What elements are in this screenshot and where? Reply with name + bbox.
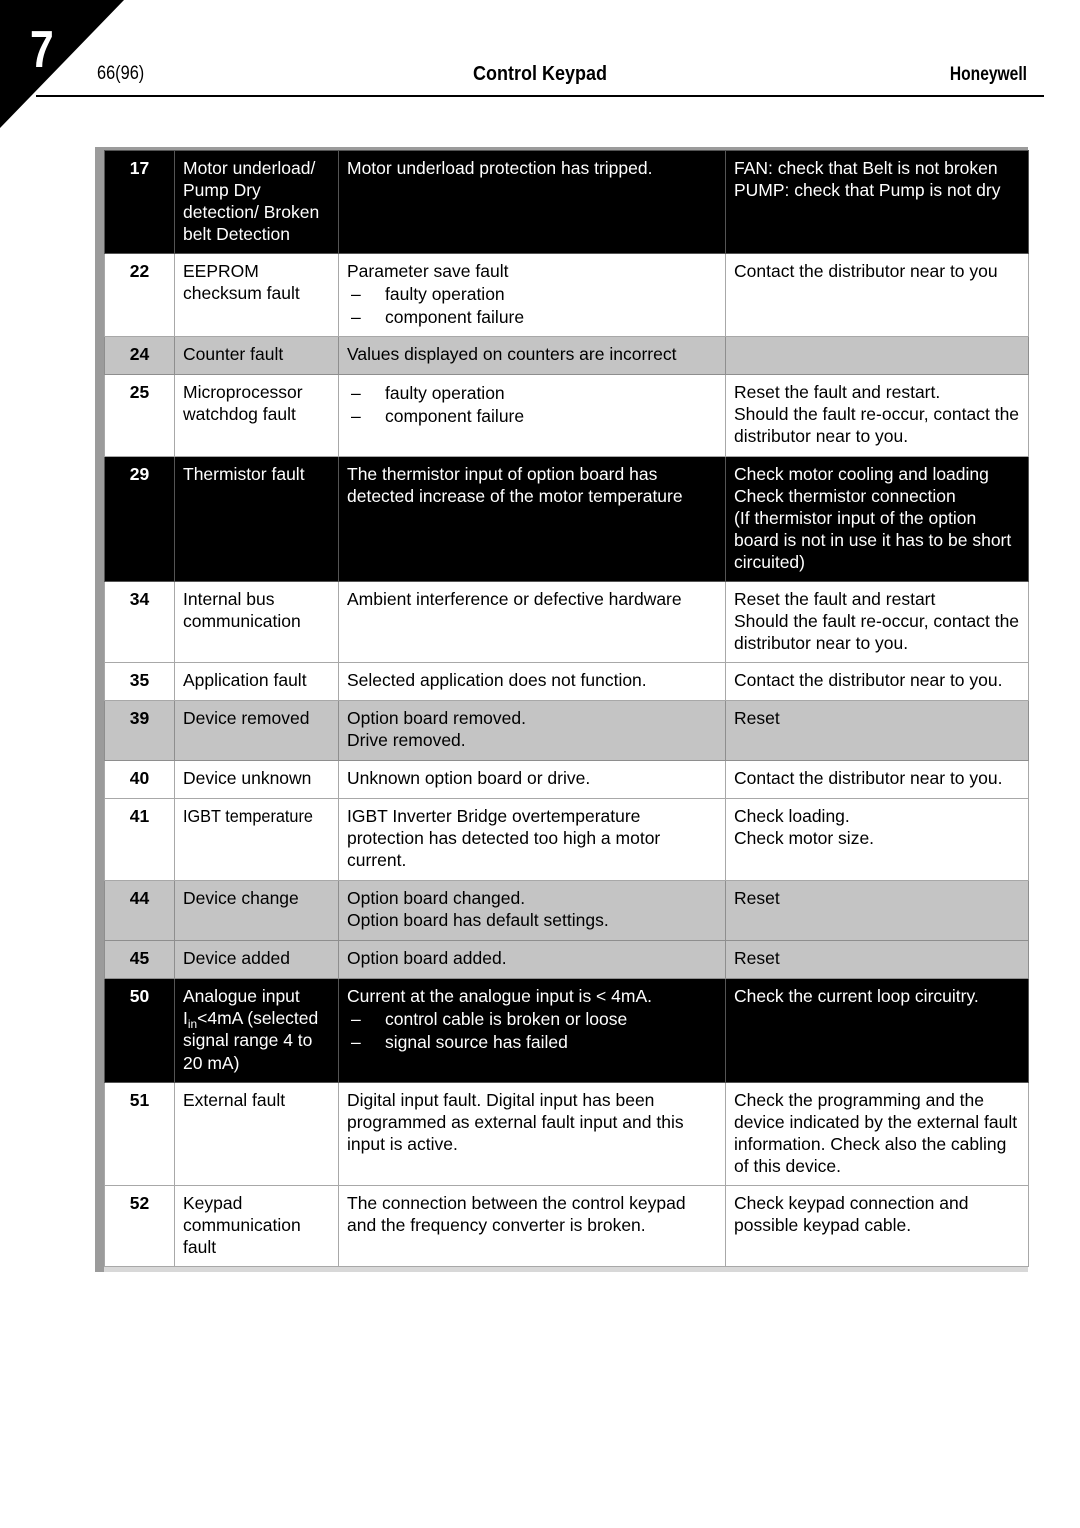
table-row: 44 Device change Option board changed. Opti… xyxy=(104,880,1029,942)
table-row: 39 Device removed Option board removed. Dri… xyxy=(104,699,1029,762)
fault-code-cell: 44 xyxy=(104,880,175,942)
table-row: 35 Application fault Selected application … xyxy=(104,661,1029,701)
fault-name-cell: IGBT temperature xyxy=(174,798,339,882)
fault-name-cell: Thermistor fault xyxy=(174,455,339,582)
fault-remedy-cell: Reset the fault and restart. Should the f… xyxy=(725,374,1029,457)
fault-remedy-cell: Reset xyxy=(725,699,1029,762)
table-row: 22 EEPROM checksum fault Parameter save fa… xyxy=(104,253,1029,338)
fault-remedy-cell: Reset the fault and restart Should the fa… xyxy=(725,580,1029,663)
fault-table-body: 17 Motor underload/ Pump Dry detection/ B… xyxy=(104,149,1029,1267)
fault-remedy-cell: Check the programming and the device ind… xyxy=(725,1081,1029,1186)
table-row: 34 Internal bus communication Ambient inte… xyxy=(104,580,1029,663)
fault-name-cell: Device unknown xyxy=(174,760,339,800)
table-row: 17 Motor underload/ Pump Dry detection/ B… xyxy=(104,149,1029,255)
fault-remedy-cell: Contact the distributor near to you. xyxy=(725,661,1029,701)
cause-list-item: signal source has failed xyxy=(347,1031,717,1053)
chapter-number: 7 xyxy=(30,21,54,79)
fault-cause-cell: Option board removed. Drive removed. xyxy=(338,699,726,762)
table-row: 50 Analogue input Iin<4mA (selected signa… xyxy=(104,978,1029,1083)
table-row: 29 Thermistor fault The thermistor input o… xyxy=(104,455,1029,582)
fault-name-cell: Internal bus communication xyxy=(174,580,339,663)
fault-name-cell: Keypad communication fault xyxy=(174,1184,339,1267)
fault-cause-cell: The thermistor input of option board has… xyxy=(338,455,726,582)
brand-name: Honeywell xyxy=(949,64,1027,85)
fault-name-cell: EEPROM checksum fault xyxy=(174,253,339,338)
fault-name-cell: Microprocessor watchdog fault xyxy=(174,374,339,457)
cause-list-item: component failure xyxy=(347,306,717,328)
fault-remedy-cell: Contact the distributor near to you. xyxy=(725,760,1029,800)
fault-name-cell: Device change xyxy=(174,880,339,942)
fault-remedy-cell: Contact the distributor near to you xyxy=(725,253,1029,338)
cause-list-item: control cable is broken or loose xyxy=(347,1008,717,1030)
cause-list-item: faulty operation xyxy=(347,283,717,305)
fault-cause-cell: IGBT Inverter Bridge overtemperature pro… xyxy=(338,798,726,882)
fault-cause-cell: Parameter save faultfaulty operationcomp… xyxy=(338,253,726,338)
header-divider xyxy=(36,95,1044,97)
fault-code-cell: 24 xyxy=(104,336,175,376)
fault-code-cell: 39 xyxy=(104,699,175,762)
fault-remedy-cell: Check motor cooling and loading Check the… xyxy=(725,455,1029,582)
fault-remedy-cell xyxy=(725,336,1029,376)
table-row: 25Microprocessor watchdog faultfaulty op… xyxy=(104,374,1029,457)
fault-cause-cell: Ambient interference or defective hardwa… xyxy=(338,580,726,663)
table-row: 41 IGBT temperature IGBT Inverter Bridge o… xyxy=(104,798,1029,882)
fault-name-cell: Application fault xyxy=(174,661,339,701)
fault-code-cell: 41 xyxy=(104,798,175,882)
fault-code-cell: 29 xyxy=(104,455,175,582)
table-row: 45 Device added Option board added. Reset xyxy=(104,940,1029,980)
fault-name-cell: Analogue input Iin<4mA (selected signal … xyxy=(174,978,339,1083)
fault-code-cell: 50 xyxy=(104,978,175,1083)
fault-code-cell: 17 xyxy=(104,149,175,255)
fault-code-cell: 22 xyxy=(104,253,175,338)
fault-table-frame: 17 Motor underload/ Pump Dry detection/ B… xyxy=(95,147,1029,1272)
fault-remedy-cell: Check the current loop circuitry. xyxy=(725,978,1029,1083)
fault-name-cell: Device removed xyxy=(174,699,339,762)
fault-code-cell: 52 xyxy=(104,1184,175,1267)
fault-cause-cell: The connection between the control keypa… xyxy=(338,1184,726,1267)
fault-code-table: 17 Motor underload/ Pump Dry detection/ B… xyxy=(104,149,1029,1267)
page-title: Control Keypad xyxy=(472,63,608,85)
fault-cause-cell: Current at the analogue input is < 4mA.c… xyxy=(338,978,726,1083)
fault-cause-cell: Values displayed on counters are incorre… xyxy=(338,336,726,376)
fault-name-cell: External fault xyxy=(174,1081,339,1186)
fault-code-cell: 25 xyxy=(104,374,175,457)
fault-code-cell: 51 xyxy=(104,1081,175,1186)
fault-remedy-cell: Reset xyxy=(725,940,1029,980)
fault-remedy-cell: Check loading. Check motor size. xyxy=(725,798,1029,882)
table-row: 40 Device unknown Unknown option board or … xyxy=(104,760,1029,800)
fault-remedy-cell: FAN: check that Belt is not broken PUMP: … xyxy=(725,149,1029,255)
fault-name-cell: Device added xyxy=(174,940,339,980)
fault-cause-cell: Selected application does not function. xyxy=(338,661,726,701)
fault-code-cell: 35 xyxy=(104,661,175,701)
fault-cause-cell: Option board added. xyxy=(338,940,726,980)
fault-cause-cell: faulty operationcomponent failure xyxy=(338,374,726,457)
fault-name-cell: Counter fault xyxy=(174,336,339,376)
cause-list-item: component failure xyxy=(347,405,717,427)
fault-code-cell: 40 xyxy=(104,760,175,800)
fault-name-cell: Motor underload/ Pump Dry detection/ Bro… xyxy=(174,149,339,255)
fault-cause-cell: Unknown option board or drive. xyxy=(338,760,726,800)
table-row: 52 Keypad communication fault The connecti… xyxy=(104,1184,1029,1267)
table-row: 24 Counter fault Values displayed on count… xyxy=(104,336,1029,376)
fault-cause-cell: Motor underload protection has tripped. xyxy=(338,149,726,255)
fault-cause-cell: Digital input fault. Digital input has b… xyxy=(338,1081,726,1186)
fault-remedy-cell: Reset xyxy=(725,880,1029,942)
table-row: 51 External fault Digital input fault. Dig… xyxy=(104,1081,1029,1186)
cause-list-item: faulty operation xyxy=(347,382,717,404)
fault-code-cell: 45 xyxy=(104,940,175,980)
fault-remedy-cell: Check keypad connection and possible key… xyxy=(725,1184,1029,1267)
fault-cause-cell: Option board changed. Option board has de… xyxy=(338,880,726,942)
fault-code-cell: 34 xyxy=(104,580,175,663)
page-header: 7 66(96) Control Keypad Honeywell xyxy=(0,0,1080,130)
